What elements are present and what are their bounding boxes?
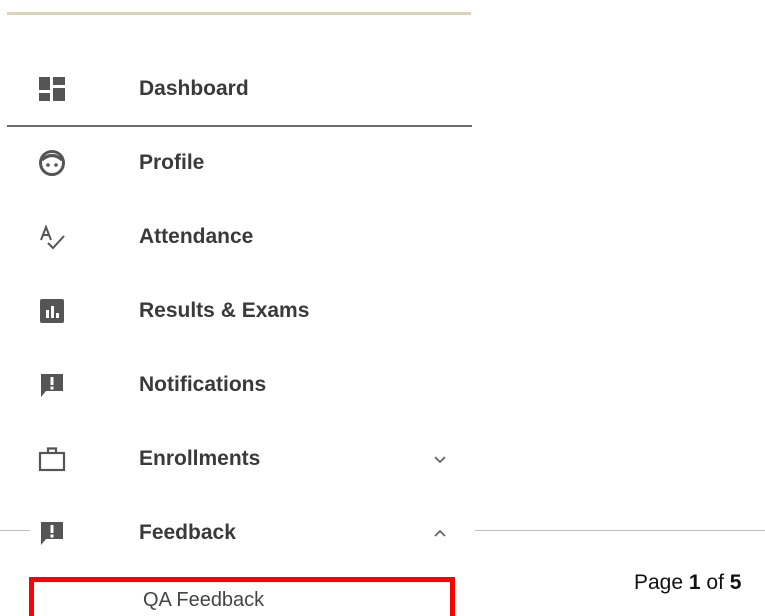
sidebar-item-label: Attendance: [139, 225, 254, 248]
feedback-icon: [38, 519, 66, 547]
sidebar-item-label: Feedback: [139, 521, 236, 544]
footer-rule: [475, 530, 765, 531]
sidebar-item-label: Enrollments: [139, 447, 261, 470]
chevron-up-icon[interactable]: [431, 524, 449, 542]
sidebar-item-notifications[interactable]: Notifications: [0, 348, 472, 422]
sidebar-item-attendance[interactable]: Attendance: [0, 200, 472, 274]
sidebar-item-feedback[interactable]: Feedback: [0, 496, 472, 570]
page-prefix: Page: [634, 571, 689, 594]
page-middle: of: [700, 571, 730, 594]
sidebar-subitem-qa-feedback[interactable]: QA Feedback: [29, 577, 455, 616]
sidebar-item-label: Dashboard: [139, 77, 249, 100]
face-icon: [38, 149, 66, 177]
sidebar-subitem-label: QA Feedback: [143, 589, 265, 611]
top-rule: [7, 12, 471, 15]
bar-chart-icon: [38, 297, 66, 325]
sidebar-item-results-exams[interactable]: Results & Exams: [0, 274, 472, 348]
sidebar-item-profile[interactable]: Profile: [0, 126, 472, 200]
page-number: Page 1 of 5: [634, 571, 741, 595]
briefcase-icon: [38, 445, 66, 473]
spellcheck-icon: [38, 223, 66, 251]
sidebar-item-enrollments[interactable]: Enrollments: [0, 422, 472, 496]
footer-rule: [0, 530, 30, 531]
dashboard-icon: [38, 75, 66, 103]
sidebar-menu: Dashboard Profile Attendance Results & E…: [0, 52, 472, 570]
document-page: Dashboard Profile Attendance Results & E…: [0, 0, 765, 616]
page-current: 1: [688, 571, 701, 594]
sidebar-item-label: Profile: [139, 151, 205, 174]
sidebar-item-dashboard[interactable]: Dashboard: [0, 52, 472, 127]
sidebar-item-label: Results & Exams: [139, 299, 310, 322]
page-total: 5: [729, 571, 742, 594]
feedback-icon: [38, 371, 66, 399]
chevron-down-icon[interactable]: [431, 450, 449, 468]
sidebar-item-label: Notifications: [139, 373, 267, 396]
